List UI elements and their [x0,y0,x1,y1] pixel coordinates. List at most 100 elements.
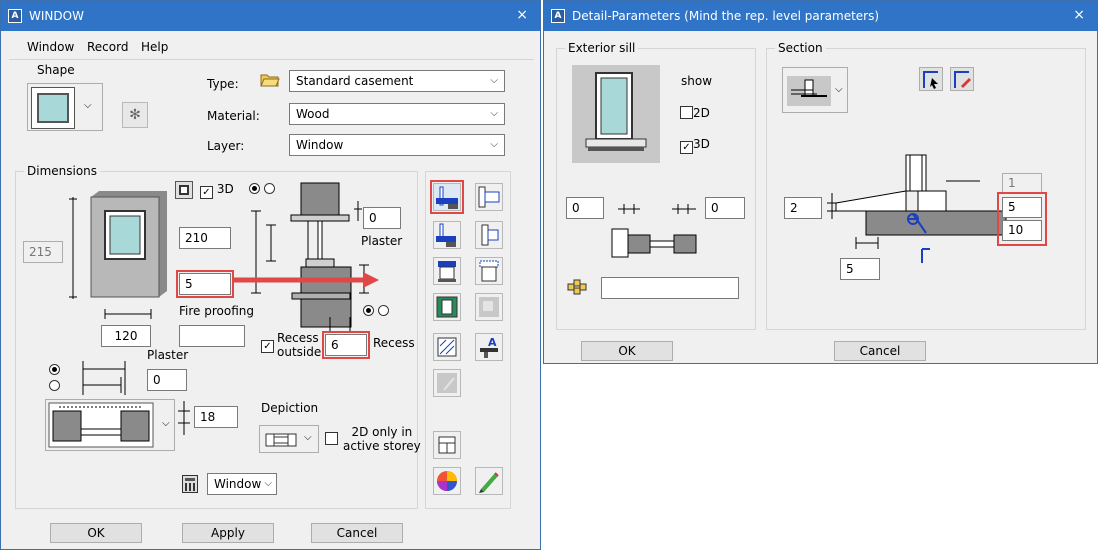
cancel-button[interactable]: Cancel [311,523,403,543]
shape-selector[interactable]: ⌵ [27,83,103,131]
disabled-tool-icon [475,293,503,321]
section-left-input[interactable]: 2 [784,197,822,219]
section-profile-selector[interactable]: ⌵ [782,67,848,113]
check-3d-box[interactable]: ✓ [200,186,213,199]
exterior-sill-tool-icon[interactable] [430,180,464,214]
sill-3d-preview [572,65,660,163]
check-3d-box-2[interactable]: ✓ [680,141,693,154]
sill-height-input[interactable]: 5 [176,270,234,298]
width-input[interactable]: 120 [101,325,151,347]
width-dimension-arrow [104,309,152,319]
roller-shutter-tool-icon[interactable] [475,257,503,285]
layer-select[interactable]: Window ⌵ [289,134,505,156]
fire-proofing-input[interactable] [179,325,245,347]
type-value: Standard casement [296,74,414,88]
title-bar-2[interactable]: A Detail-Parameters (Mind the rep. level… [544,1,1097,31]
material-select[interactable]: Wood ⌵ [289,103,505,125]
layer-value: Window [296,138,344,152]
section-profile-icon [787,76,831,106]
reveal-shape-icon [48,402,154,448]
calculator-icon[interactable] [182,475,198,493]
ok-button[interactable]: OK [50,523,142,543]
apply-button[interactable]: Apply [182,523,274,543]
sill-text-input[interactable] [601,277,739,299]
reveal-input[interactable]: 18 [194,406,238,428]
lintel-tool-icon[interactable] [433,257,461,285]
recess-outside-line1: Recess [277,331,319,345]
radio-right-bottom[interactable] [377,305,389,316]
section-value-b[interactable]: 10 [1002,220,1042,241]
chevron-down-icon: ⌵ [304,432,312,443]
sill-plan-drawing [611,204,697,258]
ok-button-2[interactable]: OK [581,341,673,361]
chevron-down-icon: ⌵ [84,100,92,111]
only2d-line2: active storey [343,439,421,453]
radio-pair-bottom[interactable] [363,304,389,318]
reveal-shape-selector[interactable]: ⌵ [45,399,175,451]
cancel-button-2[interactable]: Cancel [834,341,926,361]
only2d-check[interactable] [325,432,338,446]
color-wheel-icon[interactable] [433,467,461,495]
pencil-icon[interactable] [475,467,503,495]
disabled-tool-icon-2 [433,369,461,397]
recess-outside-box[interactable]: ✓ [261,340,274,353]
snowflake-icon[interactable]: ✻ [122,102,148,128]
chevron-down-icon: ⌵ [835,84,843,95]
recess-outside-label: Recess outside [277,331,321,359]
section-bottom-input[interactable]: 5 [840,258,880,280]
type-label: Type: [207,77,239,91]
menu-window[interactable]: Window [27,40,74,54]
recess-input[interactable]: 6 [322,331,370,359]
reveal-dimension-arrow [178,401,190,435]
interior-sill-tool-icon[interactable] [475,183,503,211]
check-2d-label: 2D [693,106,710,120]
frame-tool-icon[interactable] [433,293,461,321]
close-button-2[interactable]: × [1073,7,1085,23]
material-value: Wood [296,107,330,121]
title-bar[interactable]: A WINDOW × [1,1,540,31]
label-tool-icon[interactable]: A [475,333,503,361]
layer-quick-select[interactable]: Window ⌵ [207,473,277,495]
height-input[interactable]: 210 [179,227,231,249]
component-icon[interactable] [567,279,587,295]
window-3d-drawing [69,191,167,299]
depiction-selector[interactable]: ⌵ [259,425,319,453]
sill-variant-tool-icon[interactable] [433,221,461,249]
texture-tool-icon[interactable] [433,333,461,361]
check-3d-2[interactable]: ✓ 3D [680,137,710,154]
chevron-down-icon: ⌵ [490,108,498,119]
close-button[interactable]: × [516,7,528,23]
fire-proofing-label: Fire proofing [179,304,254,318]
sill-left-input[interactable]: 0 [566,197,604,219]
check-3d[interactable]: ✓ 3D [200,182,234,199]
radio-left-bottom[interactable] [363,305,374,316]
plaster-top-input[interactable]: 0 [363,207,401,229]
pick-profile-icon[interactable] [919,67,943,91]
depiction-label: Depiction [261,401,319,415]
check-2d[interactable]: 2D [680,106,710,120]
window-library-icon[interactable] [433,431,461,459]
type-select[interactable]: Standard casement ⌵ [289,70,505,92]
edit-profile-icon[interactable] [950,67,974,91]
only2d-label: 2D only in active storey [343,425,421,453]
check-2d-box[interactable] [680,106,693,119]
depiction-icon [265,433,297,447]
section-value-a[interactable]: 5 [1002,197,1042,218]
svg-text:A: A [488,336,497,349]
menu-record[interactable]: Record [87,40,128,54]
menu-help[interactable]: Help [141,40,168,54]
radio-plaster-1[interactable] [49,363,60,377]
window-view-icon[interactable] [175,181,193,199]
only2d-box[interactable] [325,432,338,445]
chevron-down-icon: ⌵ [490,75,498,86]
recess-label: Recess [373,336,415,350]
recess-outside-line2: outside [277,345,322,359]
recess-outside-check[interactable]: ✓ [261,336,274,353]
plaster-left-input[interactable]: 0 [147,369,187,391]
sill-right-input[interactable]: 0 [705,197,745,219]
open-folder-icon[interactable] [260,71,280,87]
dialog-title: WINDOW [29,9,84,23]
interior-sill-variant-tool-icon[interactable] [475,221,503,249]
radio-plaster-2[interactable] [49,379,60,393]
layer-quick-value: Window [214,477,262,491]
